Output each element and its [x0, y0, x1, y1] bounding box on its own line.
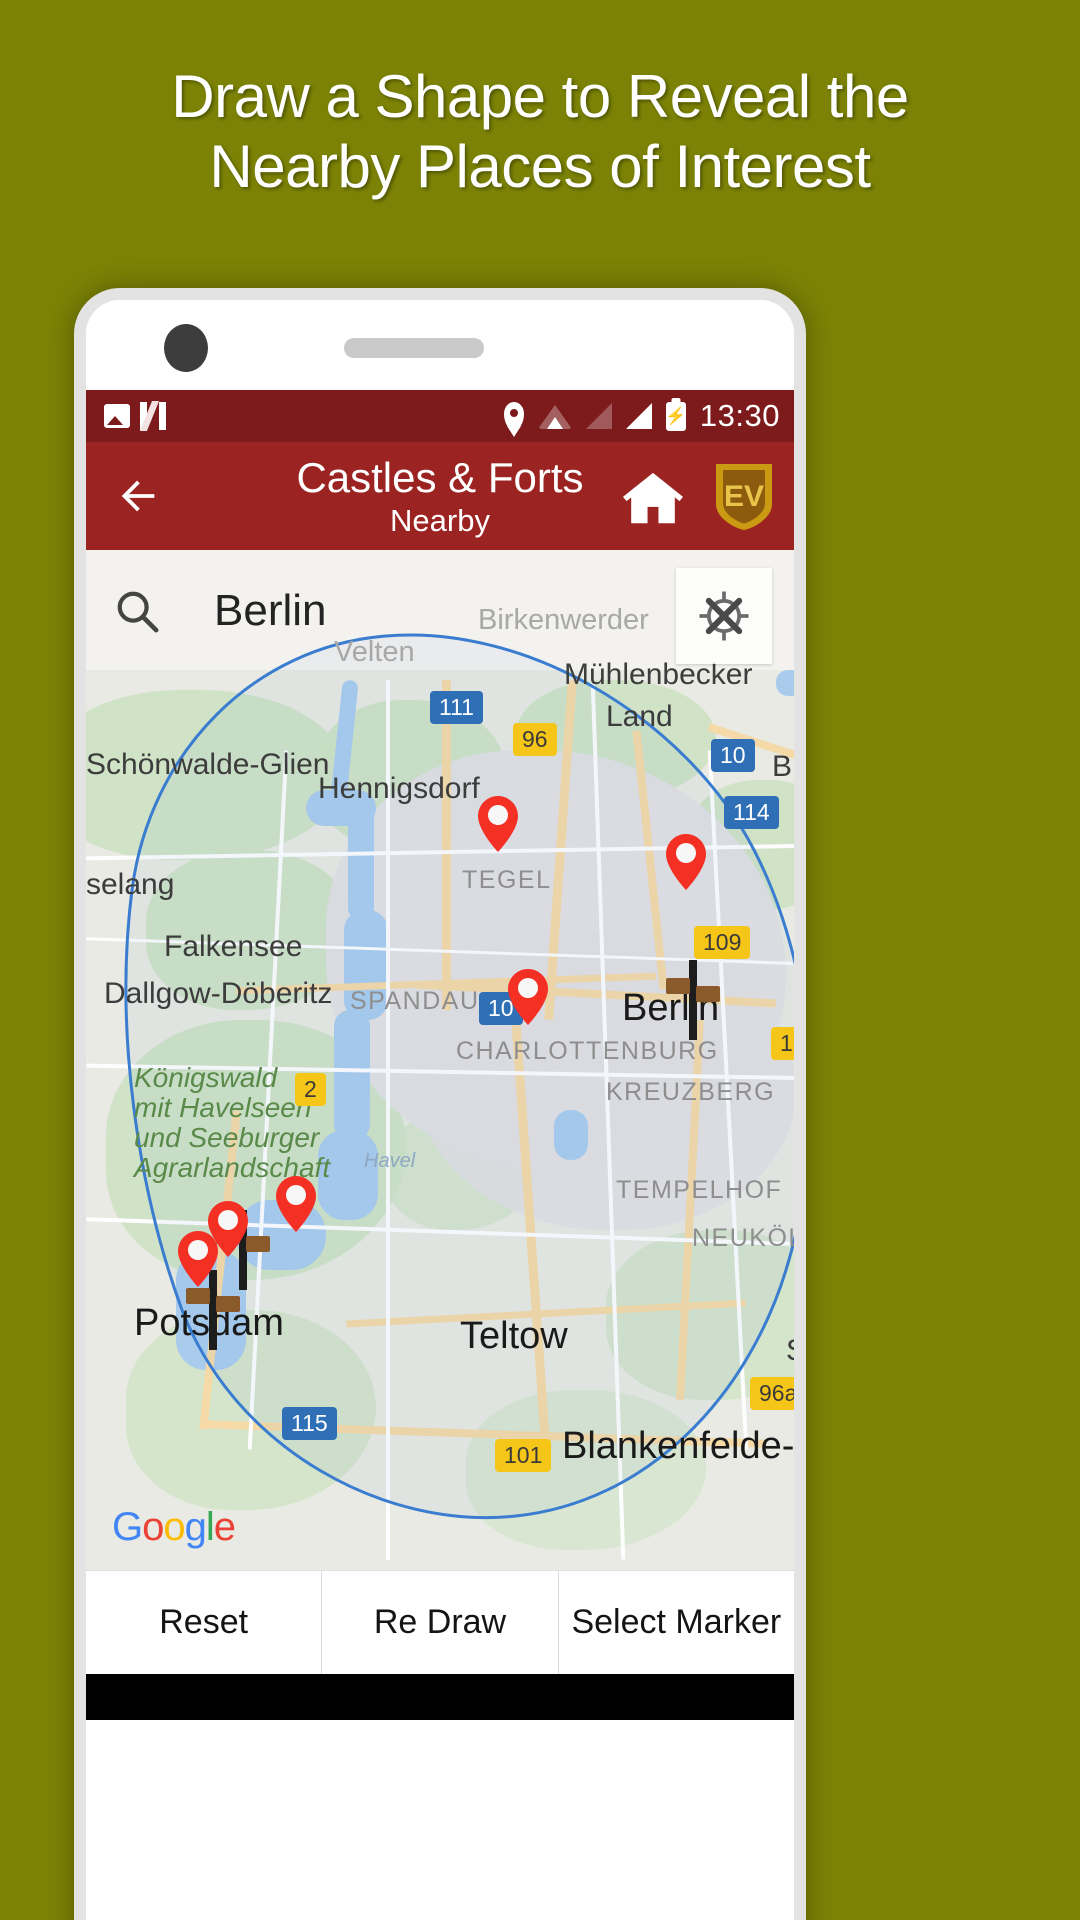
location-pin-icon — [503, 402, 524, 430]
reset-button[interactable]: Reset — [86, 1571, 323, 1674]
map-label: Königswald — [134, 1062, 278, 1093]
select-marker-button[interactable]: Select Marker — [558, 1571, 794, 1674]
home-icon[interactable] — [620, 466, 686, 526]
status-bar-clock: 13:30 — [699, 398, 780, 433]
map-marker[interactable] — [176, 1230, 220, 1288]
google-letter: o — [163, 1505, 185, 1549]
map-label: Schönwalde-Glien — [86, 748, 330, 781]
status-bar: 13:30 — [86, 390, 794, 442]
road-shield: 101 — [495, 1439, 552, 1472]
map-label: KREUZBERG — [606, 1078, 776, 1106]
android-navigation-bar — [86, 1674, 794, 1720]
phone-bezel-top — [86, 300, 794, 390]
map-marker[interactable] — [664, 833, 708, 891]
photo-icon — [104, 404, 130, 428]
google-logo: Google — [112, 1505, 236, 1550]
signal-empty-icon — [585, 403, 612, 429]
ev-logo[interactable]: EV — [712, 460, 776, 532]
promo-line-1: Draw a Shape to Reveal the — [171, 63, 909, 130]
wifi-icon — [537, 403, 572, 429]
map-marker[interactable] — [506, 968, 550, 1026]
map-label: SPANDAU — [350, 987, 480, 1015]
n-app-icon — [139, 401, 166, 431]
road-shield: 96 — [513, 723, 557, 756]
promo-headline: Draw a Shape to Reveal the Nearby Places… — [0, 62, 1080, 202]
status-bar-right: 13:30 — [503, 398, 780, 434]
map-label: BUCH — [772, 750, 794, 783]
map-label: Teltow — [460, 1315, 568, 1357]
map-label: Havel — [364, 1150, 416, 1172]
road-shield: 10 — [711, 739, 755, 772]
road-shield: 111 — [430, 691, 483, 724]
app-bar: Castles & Forts Nearby EV — [86, 442, 794, 550]
map-label: Land — [606, 700, 673, 733]
road-shield: 115 — [282, 1407, 337, 1440]
redraw-button[interactable]: Re Draw — [322, 1571, 559, 1674]
map-label: S — [786, 1334, 794, 1368]
map-label: NEUKÖLLN — [692, 1224, 794, 1252]
google-letter: e — [213, 1505, 236, 1549]
search-input[interactable]: Berlin — [214, 586, 327, 636]
google-letter: g — [184, 1505, 207, 1549]
map-label: TEGEL — [462, 866, 552, 894]
map-label: mit Havelseen — [134, 1092, 312, 1123]
map-label: Hennigsdorf — [318, 772, 480, 805]
battery-charging-icon — [665, 401, 686, 431]
map-label: TEMPELHOF — [616, 1176, 783, 1204]
map-label: Falkensee — [164, 930, 303, 963]
map-label: Dallgow-Döberitz — [104, 977, 333, 1010]
back-arrow-icon[interactable] — [104, 461, 174, 531]
phone-mockup: 13:30 Castles & Forts Nearby EV — [74, 288, 806, 1920]
map-view[interactable]: Berlin Velten Birkenwerder Mühlenbecker Lan… — [86, 550, 794, 1570]
svg-text:EV: EV — [724, 480, 764, 513]
google-letter: l — [205, 1505, 215, 1549]
search-icon[interactable] — [114, 588, 160, 634]
road-shield: 114 — [724, 796, 779, 829]
map-marker[interactable] — [274, 1175, 318, 1233]
google-letter: o — [142, 1505, 164, 1549]
road-shield: 96a — [750, 1377, 794, 1410]
signal-full-icon — [625, 403, 652, 429]
map-label: Blankenfelde-Mahlow — [562, 1425, 794, 1467]
locate-off-icon[interactable] — [676, 568, 772, 664]
front-camera-icon — [164, 324, 208, 372]
map-label: selang — [86, 868, 175, 901]
bottom-button-bar: Reset Re Draw Select Marker — [86, 1570, 794, 1674]
signpost-icon — [666, 960, 720, 1045]
map-label: und Seeburger — [134, 1122, 320, 1153]
road-shield: 1 — [771, 1027, 794, 1060]
app-bar-actions: EV — [620, 460, 776, 532]
earpiece-speaker — [344, 338, 484, 358]
google-letter: G — [112, 1505, 143, 1549]
map-marker[interactable] — [476, 795, 520, 853]
promo-line-2: Nearby Places of Interest — [209, 133, 871, 200]
road-shield: 109 — [694, 926, 751, 959]
road-shield: 2 — [295, 1073, 326, 1106]
